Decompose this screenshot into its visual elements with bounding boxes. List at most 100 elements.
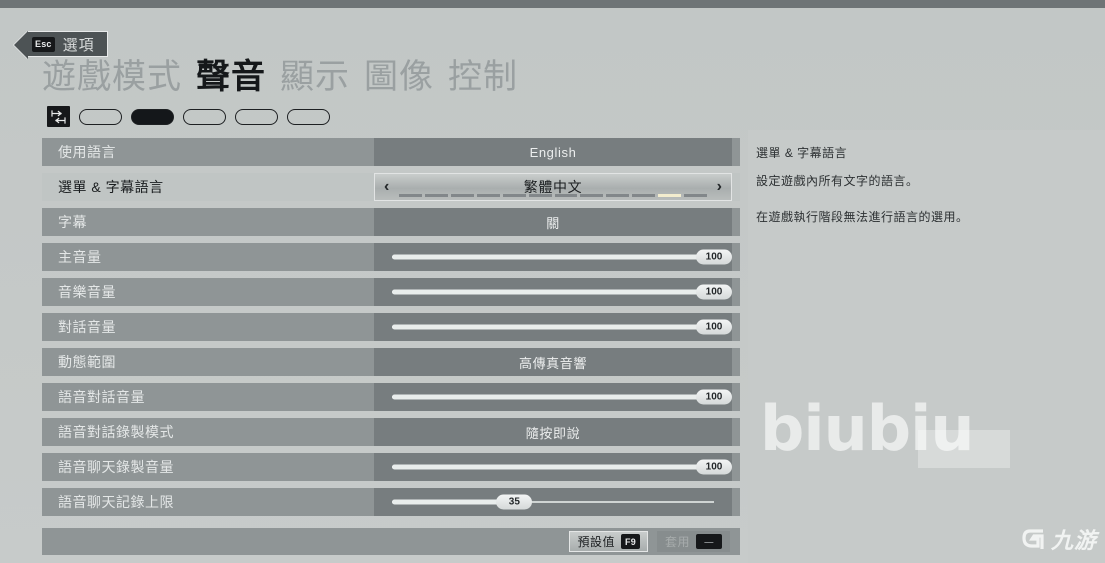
apply-keycap: — xyxy=(696,534,722,549)
settings-row-value[interactable]: 關 xyxy=(374,208,732,236)
settings-row[interactable]: 使用語言 English xyxy=(42,138,740,166)
settings-row-value[interactable]: 100 xyxy=(374,383,732,411)
tab-1[interactable]: 聲音 xyxy=(196,58,266,97)
settings-row-label: 字幕 xyxy=(58,214,87,230)
slider-fill xyxy=(392,394,714,400)
slider-fill xyxy=(392,289,714,295)
slider-knob[interactable]: 100 xyxy=(696,249,732,265)
settings-row-label: 動態範圍 xyxy=(58,354,116,370)
tab-pill-0[interactable] xyxy=(79,108,122,125)
stepper-segment xyxy=(554,194,578,197)
settings-row-label: 語音對話音量 xyxy=(58,389,145,405)
description-line-1: 設定遊戲內所有文字的語言。 xyxy=(756,174,919,188)
settings-row-value[interactable]: 35 xyxy=(374,488,732,516)
stepper-segment xyxy=(424,194,448,197)
stepper-right-arrow-icon[interactable]: › xyxy=(717,178,722,196)
esc-keycap: Esc xyxy=(32,36,55,52)
settings-row-value[interactable]: 100 xyxy=(374,278,732,306)
stepper-segment xyxy=(528,194,552,197)
settings-row-label: 主音量 xyxy=(58,249,102,265)
slider-knob[interactable]: 100 xyxy=(696,459,732,475)
settings-row-value[interactable]: 100 xyxy=(374,453,732,481)
slider-knob[interactable]: 100 xyxy=(696,389,732,405)
slider-knob[interactable]: 100 xyxy=(696,319,732,335)
description-panel: 選單 & 字幕語言 設定遊戲內所有文字的語言。 在遊戲執行階段無法進行語言的選用… xyxy=(748,130,1105,563)
settings-row-value-text: 關 xyxy=(546,215,560,231)
volume-slider[interactable]: 100 xyxy=(374,243,732,271)
settings-row-label: 語音聊天記錄上限 xyxy=(58,494,174,510)
settings-row-value[interactable]: English xyxy=(374,138,732,166)
settings-row-label: 使用語言 xyxy=(58,144,116,160)
slider-knob[interactable]: 100 xyxy=(696,284,732,300)
tab-pill-1[interactable] xyxy=(131,108,174,125)
slider-fill xyxy=(392,464,714,470)
esc-back-banner[interactable]: Esc 選項 xyxy=(14,31,108,59)
settings-row[interactable]: 主音量 100 xyxy=(42,243,740,271)
settings-row-label: 音樂音量 xyxy=(58,284,116,300)
description-line-2: 在遊戲執行階段無法進行語言的選用。 xyxy=(756,209,969,224)
settings-row-value[interactable]: 繁體中文 ‹ › xyxy=(374,173,732,201)
settings-row-value-text: English xyxy=(529,144,577,160)
defaults-keycap: F9 xyxy=(620,534,640,549)
settings-row-label: 選單 & 字幕語言 xyxy=(58,179,164,195)
slider-fill xyxy=(392,324,714,330)
tab-switch-icon xyxy=(47,106,70,127)
settings-row[interactable]: 語音聊天記錄上限 35 xyxy=(42,488,740,516)
volume-slider[interactable]: 100 xyxy=(374,453,732,481)
settings-row-label: 語音聊天錄製音量 xyxy=(58,459,174,475)
settings-row[interactable]: 語音對話錄製模式 隨按即說 xyxy=(42,418,740,446)
settings-row-value-text: 高傳真音響 xyxy=(518,355,587,371)
slider-fill xyxy=(392,254,714,260)
tab-indicator-row xyxy=(47,106,330,127)
volume-slider[interactable]: 35 xyxy=(374,488,732,516)
settings-row[interactable]: 對話音量 100 xyxy=(42,313,740,341)
back-arrow-icon xyxy=(14,31,28,59)
stepper-left-arrow-icon[interactable]: ‹ xyxy=(384,178,389,196)
defaults-button-label: 預設值 xyxy=(577,535,615,549)
settings-row-value[interactable]: 高傳真音響 xyxy=(374,348,732,376)
settings-row-value[interactable]: 100 xyxy=(374,313,732,341)
stepper-segments xyxy=(399,194,708,197)
settings-row[interactable]: 語音對話音量 100 xyxy=(42,383,740,411)
tab-pill-2[interactable] xyxy=(183,108,226,125)
stepper-segment xyxy=(399,194,422,197)
tab-0[interactable]: 遊戲模式 xyxy=(42,58,182,97)
tab-pill-3[interactable] xyxy=(235,108,278,125)
tab-3[interactable]: 圖像 xyxy=(364,58,434,97)
settings-row[interactable]: 音樂音量 100 xyxy=(42,278,740,306)
settings-row-label: 語音對話錄製模式 xyxy=(58,424,174,440)
tab-4[interactable]: 控制 xyxy=(448,58,518,97)
stepper-segment xyxy=(450,194,474,197)
slider-knob[interactable]: 35 xyxy=(496,494,533,510)
stepper-segment xyxy=(580,194,604,197)
volume-slider[interactable]: 100 xyxy=(374,383,732,411)
top-strip xyxy=(0,0,1105,8)
volume-slider[interactable]: 100 xyxy=(374,313,732,341)
settings-row[interactable]: 字幕 關 xyxy=(42,208,740,236)
volume-slider[interactable]: 100 xyxy=(374,278,732,306)
description-title: 選單 & 字幕語言 xyxy=(756,146,848,160)
tab-bar[interactable]: 遊戲模式 聲音 顯示 圖像 控制 xyxy=(42,58,518,97)
stepper-segment xyxy=(684,194,708,197)
options-title: 選項 xyxy=(62,36,95,54)
settings-row-label: 對話音量 xyxy=(58,319,116,335)
settings-footer[interactable]: 預設值 F9 套用 — xyxy=(42,528,740,555)
stepper-segment xyxy=(658,194,682,197)
stepper-segment xyxy=(632,194,656,197)
stepper-segment xyxy=(476,194,500,197)
stepper-segment xyxy=(606,194,630,197)
stepper-segment xyxy=(502,194,526,197)
settings-row-value[interactable]: 隨按即說 xyxy=(374,418,732,446)
apply-button-label: 套用 xyxy=(664,535,690,549)
tab-pill-4[interactable] xyxy=(287,108,330,125)
settings-row[interactable]: 選單 & 字幕語言 繁體中文 ‹ › xyxy=(42,173,740,201)
settings-row-value[interactable]: 100 xyxy=(374,243,732,271)
settings-row[interactable]: 語音聊天錄製音量 100 xyxy=(42,453,740,481)
settings-list[interactable]: 使用語言 English 選單 & 字幕語言 繁體中文 ‹ › 字幕關主音量 100 音樂音量 1… xyxy=(42,138,740,523)
tab-2[interactable]: 顯示 xyxy=(280,58,350,97)
settings-row[interactable]: 動態範圍 高傳真音響 xyxy=(42,348,740,376)
settings-row-value-text: 隨按即說 xyxy=(525,425,581,441)
apply-button[interactable]: 套用 — xyxy=(656,531,730,552)
defaults-button[interactable]: 預設值 F9 xyxy=(569,531,648,552)
